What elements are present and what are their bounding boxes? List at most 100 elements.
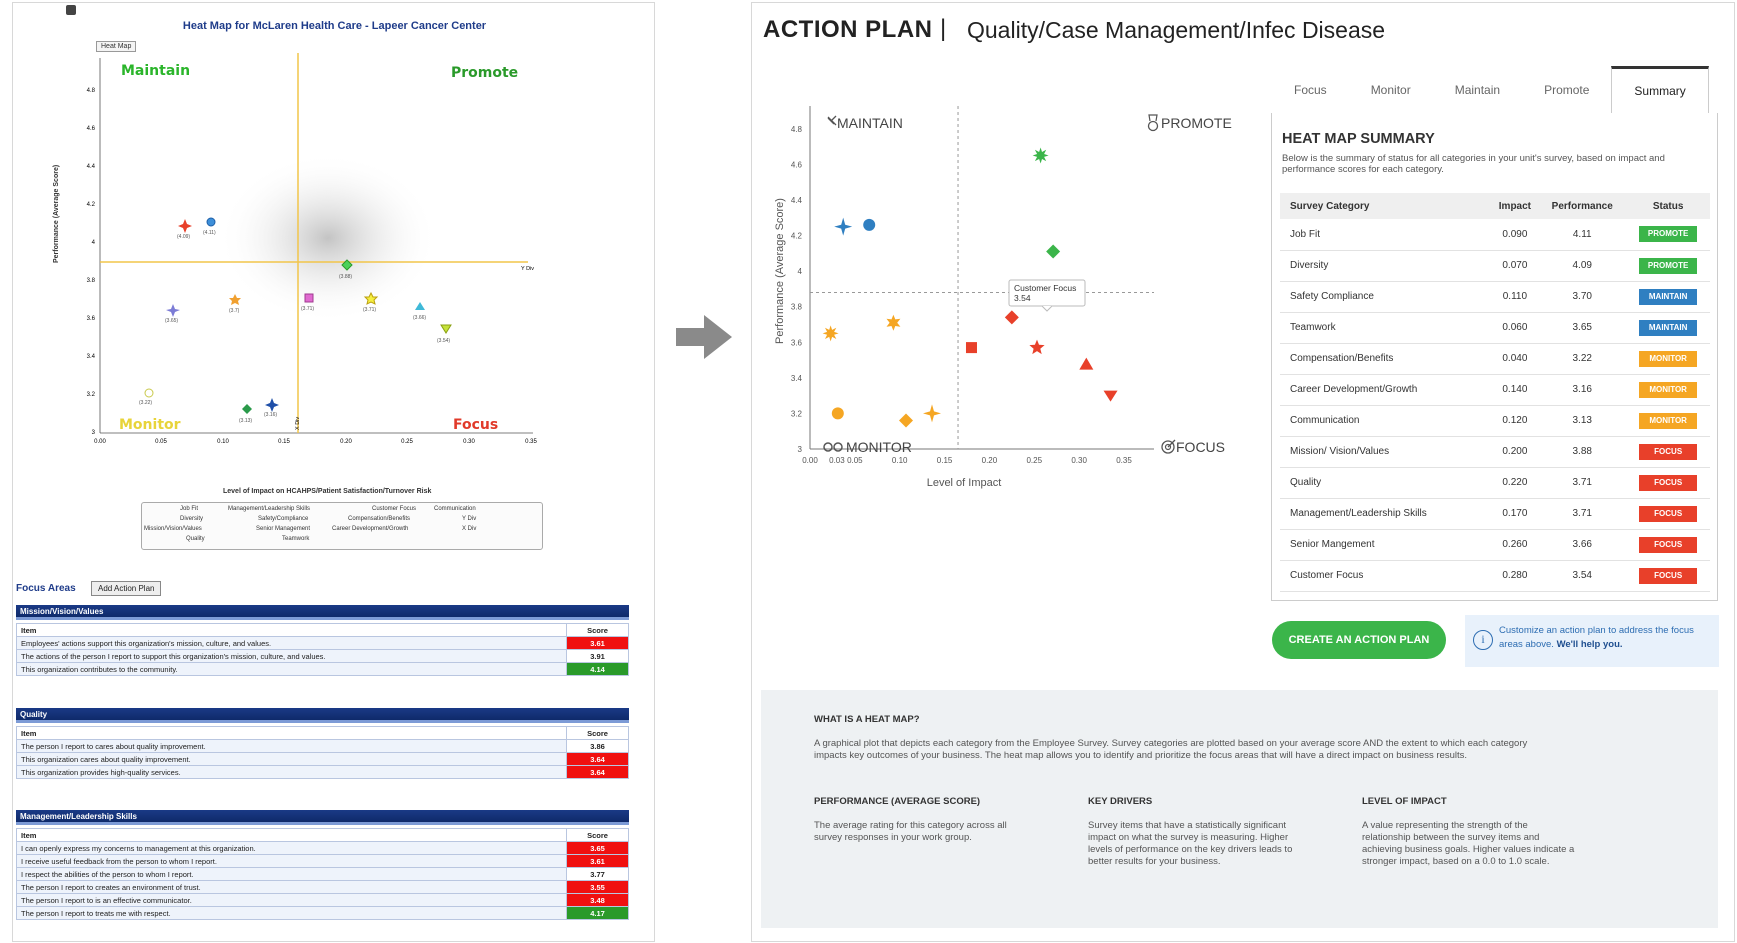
table-row[interactable]: Safety Compliance 0.110 3.70 MAINTAIN [1280, 281, 1710, 313]
old-point-management[interactable] [304, 293, 314, 303]
tab-promote[interactable]: Promote [1522, 66, 1611, 114]
table-row[interactable]: Quality 0.220 3.71 FOCUS [1280, 467, 1710, 499]
old-point-quality[interactable] [265, 398, 279, 412]
row-performance: 3.13 [1538, 405, 1627, 437]
old-point-label: (3.65) [165, 318, 178, 324]
old-point-safety[interactable] [229, 294, 241, 305]
item-score: 4.17 [566, 906, 629, 920]
old-ydiv-label: Y Div [521, 266, 534, 272]
tab-maintain[interactable]: Maintain [1433, 66, 1522, 114]
old-point-label: (4.11) [203, 230, 216, 236]
tab-monitor[interactable]: Monitor [1349, 66, 1433, 114]
title-separator: | [940, 15, 947, 42]
old-point-jobfit[interactable] [206, 217, 216, 227]
old-x-tick: 0.20 [340, 439, 352, 445]
old-point-compensation-tri[interactable] [440, 324, 452, 334]
action-plan-page: ACTION PLAN | Quality/Case Management/In… [751, 2, 1735, 942]
score-header: Score [566, 726, 629, 740]
item-text: The person I report to cares about quali… [16, 739, 567, 753]
quadrant-label-focus: FOCUS [1176, 439, 1225, 455]
old-quadrant-focus: Focus [453, 417, 499, 433]
table-row[interactable]: Diversity 0.070 4.09 PROMOTE [1280, 250, 1710, 282]
level-of-impact-title: LEVEL OF IMPACT [1362, 796, 1447, 807]
tooltip-value: 3.54 [1014, 293, 1031, 303]
old-point-teamwork[interactable] [166, 304, 180, 317]
summary-description: Below is the summary of status for all c… [1282, 153, 1665, 175]
table-row[interactable]: Mission/ Vision/Values 0.200 3.88 FOCUS [1280, 436, 1710, 468]
old-point-senior[interactable] [415, 302, 425, 310]
print-icon[interactable] [66, 5, 76, 15]
item-text: The person I report to is an effective c… [16, 893, 567, 907]
add-action-plan-button[interactable]: Add Action Plan [91, 581, 162, 596]
items-table: Item Score The person I report to cares a… [16, 726, 629, 779]
old-point-label: (3.71) [301, 306, 314, 312]
old-x-tick: 0.35 [525, 439, 537, 445]
x-tick-label: 0.25 [1026, 456, 1042, 465]
old-y-tick: 3 [92, 430, 96, 436]
table-row[interactable]: Compensation/Benefits 0.040 3.22 MONITOR [1280, 343, 1710, 375]
item-text: This organization contributes to the com… [16, 662, 567, 676]
what-is-heatmap-text: A graphical plot that depicts each categ… [814, 738, 1528, 761]
data-point [886, 314, 901, 331]
old-point-communication[interactable] [242, 404, 252, 414]
status-badge: FOCUS [1639, 443, 1698, 460]
section-title: Mission/Vision/Values [16, 605, 629, 620]
table-row: Employees' actions support this organiza… [16, 636, 629, 650]
status-badge: FOCUS [1639, 567, 1698, 584]
row-category: Customer Focus [1280, 560, 1492, 592]
item-text: I respect the abilities of the person to… [16, 867, 567, 881]
y-tick-label: 3.4 [791, 374, 803, 383]
table-row: This organization contributes to the com… [16, 662, 629, 676]
table-row[interactable]: Customer Focus 0.280 3.54 FOCUS [1280, 560, 1710, 592]
y-tick-label: 4.8 [791, 125, 803, 134]
y-tick-label: 3.8 [791, 303, 803, 312]
old-x-tick: 0.05 [155, 439, 167, 445]
old-point-label: (3.54) [437, 338, 450, 344]
old-y-tick: 3.2 [87, 392, 96, 398]
status-badge: MONITOR [1639, 412, 1698, 429]
item-text: The person I report to treats me with re… [16, 906, 567, 920]
item-score: 3.61 [566, 636, 629, 650]
data-point [1029, 339, 1045, 355]
create-action-plan-button[interactable]: CREATE AN ACTION PLAN [1272, 621, 1446, 659]
table-row[interactable]: Career Development/Growth 0.140 3.16 MONITO… [1280, 374, 1710, 406]
x-tick-label: 0.35 [1116, 456, 1132, 465]
item-score: 3.64 [566, 765, 629, 779]
item-text: This organization cares about quality im… [16, 752, 567, 766]
table-row[interactable]: Management/Leadership Skills 0.170 3.71 FOC… [1280, 498, 1710, 530]
row-category: Job Fit [1280, 219, 1492, 251]
table-row[interactable]: Teamwork 0.060 3.65 MAINTAIN [1280, 312, 1710, 344]
table-row[interactable]: Job Fit 0.090 4.11 PROMOTE [1280, 219, 1710, 251]
page-subtitle: Quality/Case Management/Infec Disease [967, 17, 1386, 43]
data-point [1004, 310, 1019, 325]
old-x-axis-title: Level of Impact on HCAHPS/Patient Satisf… [223, 488, 432, 495]
table-row[interactable]: Communication 0.120 3.13 MONITOR [1280, 405, 1710, 437]
section-quality: Quality Item Score The person I report to… [16, 708, 629, 779]
y-tick-label: 3 [798, 445, 803, 454]
row-impact: 0.170 [1491, 498, 1539, 530]
data-point [1103, 390, 1118, 402]
row-impact: 0.140 [1491, 374, 1539, 406]
items-table: Item Score Employees' actions support thi… [16, 623, 629, 676]
tab-summary[interactable]: Summary [1611, 66, 1709, 114]
legend-label: Career Development/Growth [332, 526, 409, 532]
row-category: Mission/ Vision/Values [1280, 436, 1492, 468]
section-title: Quality [16, 708, 629, 723]
old-point-career[interactable] [144, 388, 154, 398]
tab-focus[interactable]: Focus [1272, 66, 1349, 114]
row-category: Compensation/Benefits [1280, 343, 1492, 375]
row-impact: 0.280 [1491, 560, 1539, 592]
old-y-tick: 4 [92, 240, 96, 246]
table-row: The person I report to creates an enviro… [16, 880, 629, 894]
data-point [1046, 244, 1061, 259]
table-row: I respect the abilities of the person to… [16, 867, 629, 881]
table-row[interactable]: Senior Mangement 0.260 3.66 FOCUS [1280, 529, 1710, 561]
row-category: Career Development/Growth [1280, 374, 1492, 406]
item-score: 3.77 [566, 867, 629, 881]
row-performance: 3.71 [1538, 467, 1627, 499]
row-impact: 0.200 [1491, 436, 1539, 468]
row-impact: 0.260 [1491, 529, 1539, 561]
row-category: Communication [1280, 405, 1492, 437]
old-point-diversity[interactable] [178, 219, 192, 233]
help-link[interactable]: We'll help you. [1557, 639, 1623, 650]
